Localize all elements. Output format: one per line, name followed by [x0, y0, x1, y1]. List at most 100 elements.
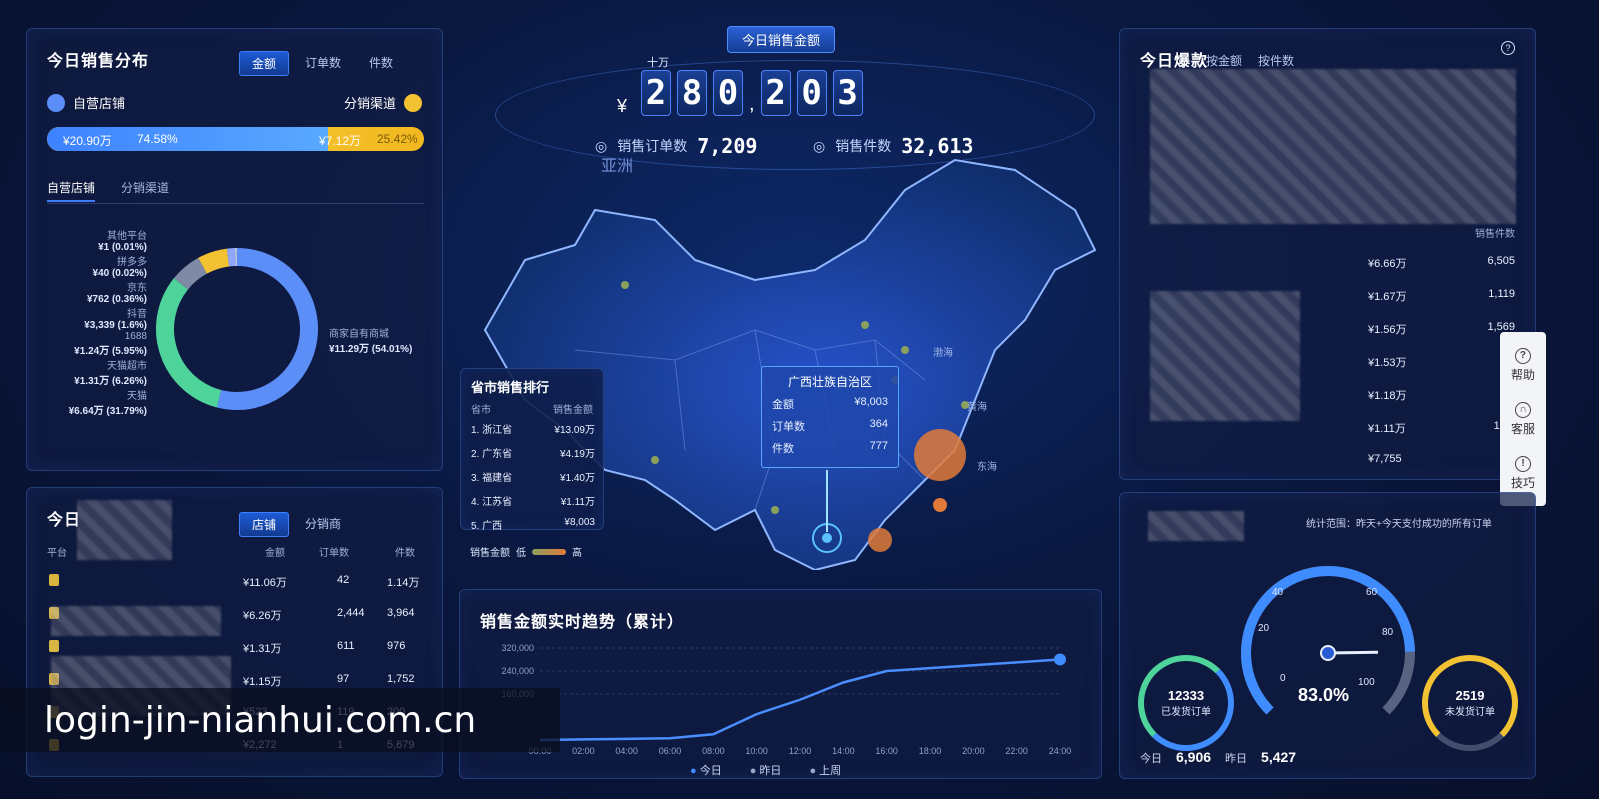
headset-icon: ∩ [1514, 401, 1531, 418]
label-name: 1688 [124, 331, 147, 342]
trend-legend: ● 今日 ● 昨日 ● 上周 [690, 762, 841, 778]
row-items: 3,964 [387, 607, 415, 619]
shipped-ring: 12333 已发货订单 [1138, 655, 1234, 751]
row-amount: ¥1.15万 [243, 676, 282, 688]
support-button[interactable]: ∩ 客服 [1511, 401, 1535, 437]
panel-title: 今日销售分布 [47, 53, 150, 70]
province-sales: ¥1.11万 [560, 497, 595, 508]
hot-products-panel: 今日爆款 按金额 按件数 ? 销售件数 ¥6.66万 6,505 ¥1.67万 1,1… [1119, 28, 1536, 480]
store-icon [47, 93, 65, 112]
blurred-content [1150, 69, 1516, 224]
label-value: ¥762 (0.36%) [86, 294, 147, 305]
row-amount: ¥6.26万 [243, 610, 282, 622]
province-row[interactable]: 3. 福建省 ¥1.40万 [471, 469, 595, 484]
dist-channel-label: 分销渠道 [343, 96, 396, 111]
row-amount: ¥6.66万 [1368, 258, 1407, 270]
popup-orders-label: 订单数 [772, 421, 805, 433]
x-tick-label: 10:00 [745, 746, 768, 756]
help-label: 帮助 [1510, 367, 1535, 382]
table-row[interactable]: ¥11.06万 42 1.14万 [27, 574, 444, 596]
scope-note: 统计范围：昨天+今天支付成功的所有订单 [1306, 519, 1492, 530]
yesterday-value: 5,427 [1261, 749, 1297, 765]
tab-amount[interactable]: 金额 [239, 51, 290, 76]
label-value: ¥6.64万 (31.79%) [68, 406, 147, 417]
series-line-today[interactable] [539, 658, 1061, 742]
legend-yesterday[interactable]: ● 昨日 [750, 762, 782, 778]
tips-button[interactable]: ! 技巧 [1511, 455, 1535, 491]
table-row[interactable]: ¥7,7554 [1120, 453, 1537, 473]
donut-label-right: 商家自有商城 ¥11.29万 (54.01%) [329, 325, 412, 355]
province-name: 2. 广东省 [471, 449, 513, 460]
gauge-tick: 20 [1258, 623, 1270, 634]
panel-title: 省市销售排行 [471, 380, 550, 395]
currency-symbol: ¥ [617, 96, 628, 116]
legend-yesterday-label: 昨日 [759, 765, 782, 777]
label-name: 商家自有商城 [329, 329, 389, 340]
label-value: ¥1 (0.01%) [98, 242, 147, 253]
donut-slice[interactable] [173, 257, 208, 290]
tab-orders[interactable]: 订单数 [293, 51, 353, 76]
col-orders: 订单数 [319, 548, 349, 559]
table-row[interactable]: ¥1.11万1,16 [1120, 420, 1537, 440]
row-amount: ¥7,755 [1368, 453, 1402, 465]
donut-slice[interactable] [226, 248, 236, 267]
self-amount: ¥20.90万 [63, 134, 112, 148]
self-pct: 74.58% [137, 132, 178, 146]
shipping-panel: 统计范围：昨天+今天支付成功的所有订单 83.0% 0 20 40 60 80 … [1119, 492, 1536, 779]
rank-badge-icon [49, 574, 59, 586]
row-orders: 42 [337, 574, 350, 586]
x-tick-label: 16:00 [875, 746, 898, 756]
province-name: 5. 广西 [471, 521, 503, 532]
legend-lastweek-label: 上周 [819, 765, 842, 777]
popup-row: 订单数 364 [772, 418, 888, 434]
donut-slice[interactable] [198, 248, 230, 274]
divider [47, 203, 424, 204]
legend-today[interactable]: ● 今日 [690, 762, 722, 778]
help-button[interactable]: ? 帮助 [1510, 347, 1535, 383]
series-endpoint[interactable] [1054, 653, 1066, 666]
row-amount: ¥1.31万 [243, 643, 282, 655]
rank-badge-icon [49, 640, 59, 652]
gauge-hub [1320, 645, 1336, 661]
province-name: 1. 浙江省 [471, 425, 513, 436]
tab-stores[interactable]: 店铺 [239, 512, 290, 537]
shipped-label: 已发货订单 [1161, 707, 1211, 718]
province-row[interactable]: 1. 浙江省 ¥13.09万 [471, 421, 595, 436]
x-tick-label: 20:00 [962, 746, 985, 756]
x-tick-label: 12:00 [789, 746, 812, 756]
tab-distributors[interactable]: 分销商 [293, 512, 353, 537]
row-orders: 2,444 [337, 607, 365, 619]
tab-items[interactable]: 件数 [357, 51, 405, 76]
digit: 2 [641, 70, 671, 116]
watermark-text: login-jin-nianhui.com.cn [44, 700, 477, 741]
row-amount: ¥1.53万 [1368, 357, 1407, 369]
gauge-tick: 60 [1366, 587, 1378, 598]
donut-slice[interactable] [216, 248, 318, 410]
col-items: 件数 [395, 548, 415, 559]
sub-tab-dist[interactable]: 分销渠道 [121, 179, 169, 202]
comma: , [749, 93, 755, 115]
table-row[interactable]: ¥6.66万 6,505 [1120, 255, 1537, 275]
province-sales: ¥1.40万 [559, 473, 595, 484]
question-icon[interactable]: ? [1501, 41, 1515, 55]
dist-pct: 25.42% [377, 132, 418, 146]
donut-slice[interactable] [156, 278, 222, 408]
province-row[interactable]: 5. 广西 ¥8,003 [471, 517, 595, 532]
x-tick-label: 04:00 [615, 746, 638, 756]
label-name: 京东 [127, 283, 147, 294]
label-name: 拼多多 [117, 257, 147, 268]
sub-tab-self[interactable]: 自营店铺 [47, 179, 96, 202]
digit: 2 [760, 70, 791, 116]
fujian-bubble [933, 498, 947, 512]
total-digits: 2 8 0 , 2 0 3 [641, 70, 863, 116]
province-sales: ¥4.19万 [559, 449, 595, 460]
label-name: 天猫 [127, 391, 147, 402]
province-row[interactable]: 2. 广东省 ¥4.19万 [471, 445, 595, 460]
x-tick-label: 08:00 [702, 746, 725, 756]
row-items: 1,752 [387, 673, 415, 685]
legend-lastweek[interactable]: ● 上周 [809, 762, 841, 778]
gauge-tick: 80 [1382, 627, 1394, 638]
digit: 0 [796, 70, 827, 116]
x-tick-label: 18:00 [919, 746, 942, 756]
province-row[interactable]: 4. 江苏省 ¥1.11万 [471, 493, 595, 508]
